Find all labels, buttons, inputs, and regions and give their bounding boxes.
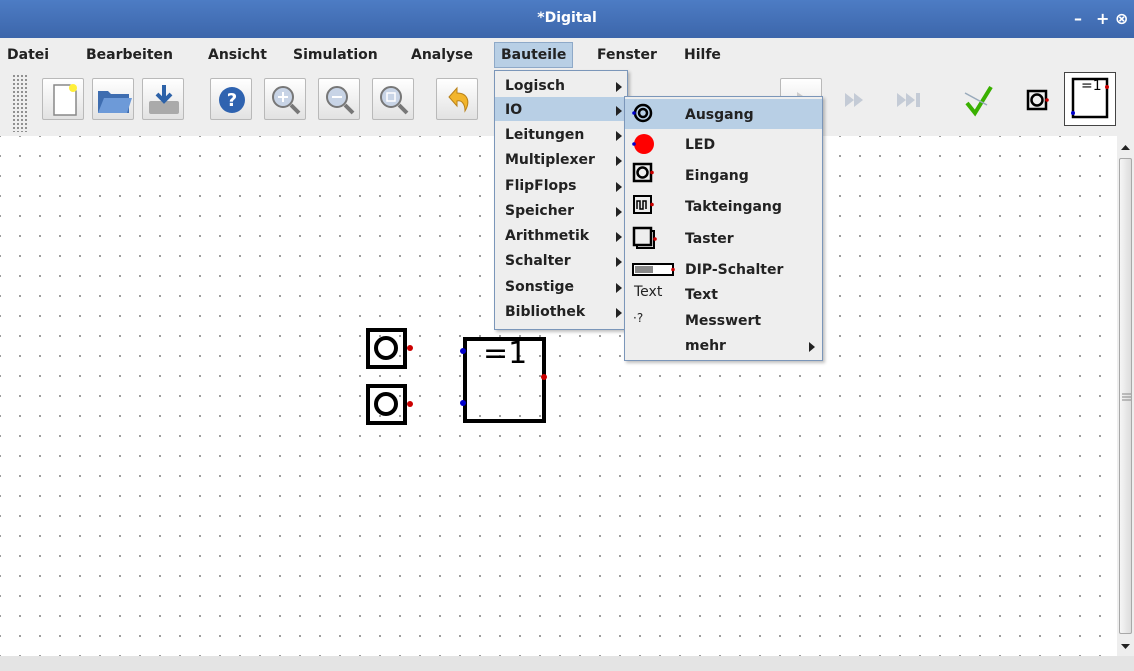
- text-icon: Text: [634, 284, 663, 300]
- submenu-item-led[interactable]: LED: [685, 137, 715, 153]
- led-icon: [632, 134, 654, 154]
- submenu-item-text[interactable]: Text: [685, 287, 718, 303]
- menu-item-logisch[interactable]: Logisch: [505, 78, 565, 94]
- xor-gate[interactable]: =1: [458, 334, 554, 430]
- run-to-break-icon: [845, 93, 863, 107]
- zoom-in-icon: [272, 86, 301, 115]
- submenu-arrow-icon: [616, 131, 622, 141]
- input-component-icon: [1026, 89, 1049, 111]
- menu-ansicht[interactable]: Ansicht: [208, 47, 267, 63]
- svg-text:?: ?: [227, 90, 237, 111]
- save-icon: [149, 85, 179, 114]
- menu-datei[interactable]: Datei: [7, 47, 49, 63]
- submenu-arrow-icon: [616, 156, 622, 166]
- help-icon: ?: [219, 87, 245, 113]
- input-component[interactable]: [360, 382, 420, 432]
- maximize-button[interactable]: +: [1096, 9, 1109, 28]
- probe-icon: ·?: [633, 311, 644, 325]
- scroll-up-icon[interactable]: [1117, 138, 1134, 158]
- menu-item-arithmetik[interactable]: Arithmetik: [505, 228, 589, 244]
- undo-button[interactable]: [436, 78, 478, 120]
- input-component-button[interactable]: [1016, 78, 1058, 120]
- vertical-scrollbar[interactable]: [1117, 136, 1134, 656]
- run-to-end-button[interactable]: [888, 78, 930, 120]
- menu-item-flipflops[interactable]: FlipFlops: [505, 178, 577, 194]
- scroll-grip-icon: [1122, 393, 1131, 401]
- menu-bearbeiten[interactable]: Bearbeiten: [86, 47, 173, 63]
- submenu-arrow-icon: [616, 207, 622, 217]
- xor-gate-icon-label: =1: [1081, 78, 1102, 94]
- zoom-out-icon: [326, 86, 355, 115]
- xor-gate-button[interactable]: =1: [1064, 72, 1116, 126]
- submenu-item-taster[interactable]: Taster: [685, 231, 734, 247]
- zoom-fit-button[interactable]: [372, 78, 414, 120]
- submenu-arrow-icon: [616, 257, 622, 267]
- analyse-button[interactable]: [956, 78, 998, 120]
- menu-item-schalter[interactable]: Schalter: [505, 253, 571, 269]
- menu-item-speicher[interactable]: Speicher: [505, 203, 574, 219]
- zoom-in-button[interactable]: [264, 78, 306, 120]
- open-file-button[interactable]: [92, 78, 134, 120]
- zoom-out-button[interactable]: [318, 78, 360, 120]
- help-button[interactable]: ?: [210, 78, 252, 120]
- close-button[interactable]: ⊗: [1115, 9, 1128, 28]
- menu-item-bibliothek[interactable]: Bibliothek: [505, 304, 585, 320]
- title-bar: *Digital – + ⊗: [0, 0, 1134, 38]
- clock-icon: [633, 195, 654, 214]
- menu-simulation[interactable]: Simulation: [293, 47, 378, 63]
- dip-switch-icon: [632, 263, 675, 276]
- run-to-break-button[interactable]: [834, 78, 876, 120]
- io-submenu: Ausgang LED Eingang Takteingang Taster D…: [624, 96, 823, 361]
- save-button[interactable]: [142, 78, 184, 120]
- analyse-icon: [964, 85, 993, 117]
- scroll-down-icon[interactable]: [1117, 636, 1134, 656]
- submenu-arrow-icon: [616, 82, 622, 92]
- status-bar: [0, 656, 1134, 671]
- input-component[interactable]: [360, 326, 420, 376]
- menu-item-leitungen[interactable]: Leitungen: [505, 127, 584, 143]
- submenu-item-dip-schalter[interactable]: DIP-Schalter: [685, 262, 783, 278]
- menu-item-sonstige[interactable]: Sonstige: [505, 279, 574, 295]
- menu-fenster[interactable]: Fenster: [597, 47, 657, 63]
- menu-bauteile[interactable]: Bauteile: [494, 42, 574, 68]
- submenu-arrow-icon: [616, 232, 622, 242]
- submenu-item-eingang[interactable]: Eingang: [685, 168, 749, 184]
- menu-item-io[interactable]: IO: [505, 102, 522, 118]
- run-to-end-icon: [897, 93, 920, 107]
- menu-analyse[interactable]: Analyse: [411, 47, 473, 63]
- menu-hilfe[interactable]: Hilfe: [684, 47, 721, 63]
- xor-gate-label: =1: [483, 336, 528, 371]
- new-file-icon: [53, 84, 77, 116]
- zoom-fit-icon: [380, 86, 409, 115]
- submenu-item-takteingang[interactable]: Takteingang: [685, 199, 782, 215]
- submenu-arrow-icon: [809, 342, 815, 352]
- submenu-arrow-icon: [616, 283, 622, 293]
- submenu-item-ausgang[interactable]: Ausgang: [685, 107, 754, 123]
- menu-item-multiplexer[interactable]: Multiplexer: [505, 152, 595, 168]
- bauteile-menu: Logisch IO Leitungen Multiplexer FlipFlo…: [494, 70, 628, 330]
- submenu-arrow-icon: [616, 308, 622, 318]
- submenu-item-messwert[interactable]: Messwert: [685, 313, 761, 329]
- new-file-button[interactable]: [42, 78, 84, 120]
- scrollbar-thumb[interactable]: [1119, 158, 1132, 634]
- window-title: *Digital: [537, 10, 597, 26]
- toolbar-grip[interactable]: [12, 74, 28, 132]
- button-icon: [632, 226, 657, 249]
- output-icon: [632, 103, 653, 123]
- minimize-button[interactable]: –: [1074, 9, 1082, 28]
- open-folder-icon: [98, 91, 132, 113]
- menu-bar: Datei Bearbeiten Ansicht Simulation Anal…: [0, 38, 1134, 71]
- input-icon: [632, 162, 654, 183]
- submenu-arrow-icon: [616, 106, 622, 116]
- submenu-item-mehr[interactable]: mehr: [685, 338, 726, 354]
- undo-icon: [448, 86, 469, 113]
- submenu-arrow-icon: [616, 182, 622, 192]
